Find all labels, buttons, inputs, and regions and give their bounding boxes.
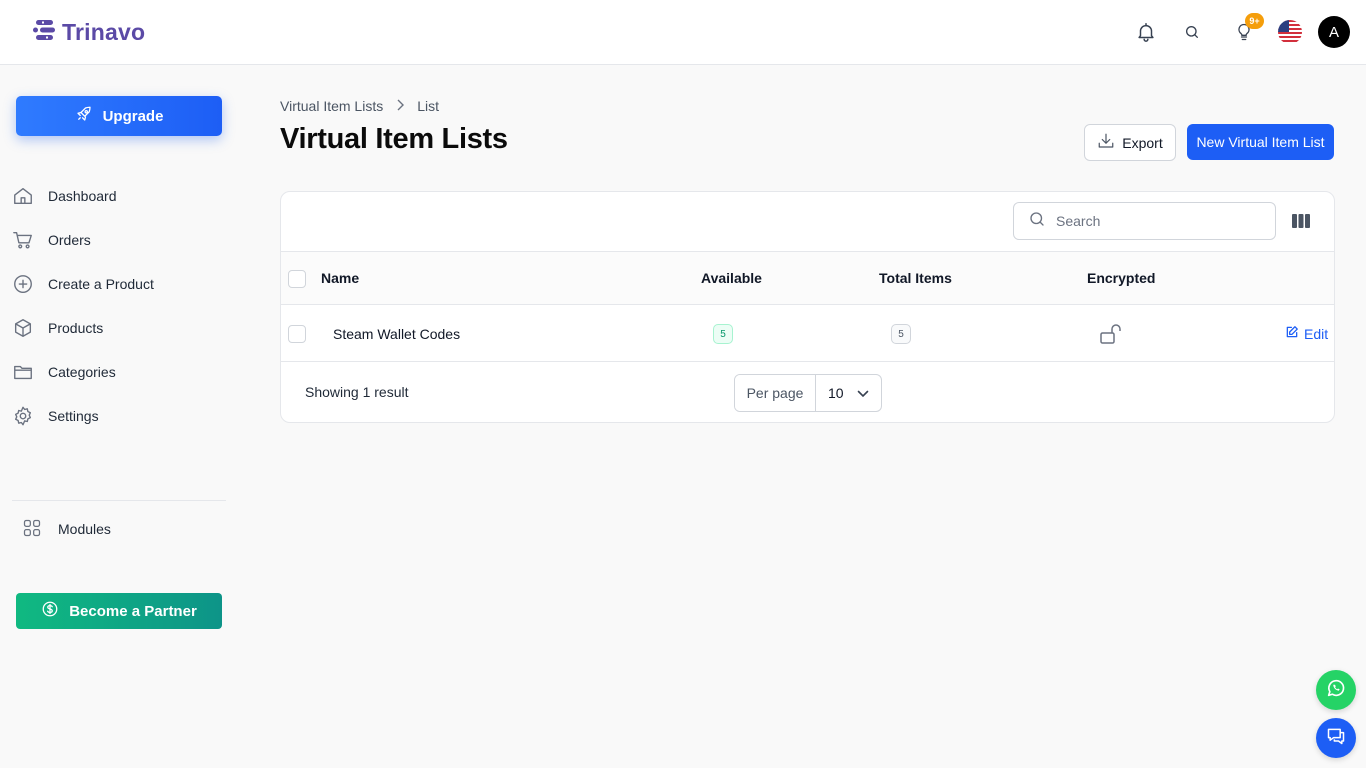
bell-icon[interactable] xyxy=(1132,18,1160,46)
new-virtual-item-list-button[interactable]: New Virtual Item List xyxy=(1187,124,1334,160)
export-label: Export xyxy=(1122,134,1163,151)
results-count: Showing 1 result xyxy=(305,384,409,400)
chevron-down-icon xyxy=(857,385,869,401)
partner-label: Become a Partner xyxy=(69,602,197,620)
whatsapp-button[interactable] xyxy=(1316,670,1356,710)
edit-label: Edit xyxy=(1304,325,1329,342)
breadcrumb: Virtual Item Lists List xyxy=(280,98,439,114)
row-name[interactable]: Steam Wallet Codes xyxy=(333,326,460,342)
whatsapp-icon xyxy=(1325,677,1347,704)
per-page-label: Per page xyxy=(735,375,816,411)
export-button[interactable]: Export xyxy=(1084,124,1176,161)
sidebar-item-label: Dashboard xyxy=(48,188,117,204)
column-header-total-items[interactable]: Total Items xyxy=(879,270,952,286)
grid-icon xyxy=(22,518,42,541)
select-all-checkbox[interactable] xyxy=(288,270,306,288)
page-title: Virtual Item Lists xyxy=(280,123,508,155)
upgrade-button[interactable]: Upgrade xyxy=(16,96,222,136)
per-page-control: Per page 10 xyxy=(734,374,882,412)
sidebar-item-categories[interactable]: Categories xyxy=(12,350,226,394)
search-input[interactable] xyxy=(1056,213,1256,229)
plus-circle-icon xyxy=(12,273,34,295)
search-icon xyxy=(1028,210,1046,233)
search-field[interactable] xyxy=(1013,202,1276,240)
virtual-item-lists-table-card: Name Available Total Items Encrypted Ste… xyxy=(280,191,1335,423)
breadcrumb-parent[interactable]: Virtual Item Lists xyxy=(280,98,383,114)
sidebar-item-label: Products xyxy=(48,320,104,336)
total-items-badge: 5 xyxy=(891,324,911,344)
rocket-icon xyxy=(75,105,93,127)
column-header-encrypted[interactable]: Encrypted xyxy=(1087,270,1155,286)
edit-button[interactable]: Edit xyxy=(1285,325,1328,342)
column-header-available[interactable]: Available xyxy=(701,270,762,286)
download-icon xyxy=(1097,132,1115,153)
row-checkbox[interactable] xyxy=(288,325,306,343)
box-icon xyxy=(12,317,34,339)
dollar-circle-icon xyxy=(41,600,59,622)
table-header: Name Available Total Items Encrypted xyxy=(281,251,1334,305)
table-row[interactable]: Steam Wallet Codes 5 5 Edit xyxy=(281,305,1334,362)
brand-name: Trinavo xyxy=(62,19,146,45)
top-bar: Trinavo 9+ A xyxy=(0,0,1366,65)
sidebar-item-label: Categories xyxy=(48,364,116,380)
sidebar-item-orders[interactable]: Orders xyxy=(12,218,226,262)
upgrade-label: Upgrade xyxy=(102,107,164,125)
sidebar-item-label: Orders xyxy=(48,232,91,248)
user-avatar[interactable]: A xyxy=(1318,16,1350,48)
sidebar-item-dashboard[interactable]: Dashboard xyxy=(12,174,226,218)
chat-button[interactable] xyxy=(1316,718,1356,758)
chevron-right-icon xyxy=(395,98,405,114)
modules-label: Modules xyxy=(58,521,111,537)
per-page-value: 10 xyxy=(828,385,844,401)
column-header-name[interactable]: Name xyxy=(321,270,359,286)
sidebar-item-products[interactable]: Products xyxy=(12,306,226,350)
unlock-icon xyxy=(1099,322,1123,351)
gear-icon xyxy=(12,405,34,427)
logo-icon xyxy=(32,17,58,48)
sidebar-item-label: Create a Product xyxy=(48,276,154,292)
sidebar-divider xyxy=(12,500,226,501)
edit-icon xyxy=(1285,325,1299,342)
brand-logo[interactable]: Trinavo xyxy=(32,17,145,48)
breadcrumb-current: List xyxy=(417,98,440,114)
notification-badge: 9+ xyxy=(1245,13,1264,29)
become-partner-button[interactable]: Become a Partner xyxy=(16,593,222,629)
sidebar-item-label: Settings xyxy=(48,408,99,424)
available-count-badge: 5 xyxy=(713,324,733,344)
sidebar-item-settings[interactable]: Settings xyxy=(12,394,226,438)
column-toggle-icon[interactable] xyxy=(1289,210,1313,232)
us-flag-icon[interactable] xyxy=(1278,20,1302,44)
sidebar-item-create-product[interactable]: Create a Product xyxy=(12,262,226,306)
search-icon[interactable] xyxy=(1178,18,1206,46)
folder-icon xyxy=(12,361,34,383)
per-page-select[interactable]: 10 xyxy=(816,375,881,411)
home-icon xyxy=(12,185,34,207)
sidebar-item-modules[interactable]: Modules xyxy=(22,516,111,542)
chat-icon xyxy=(1326,726,1346,751)
sidebar-nav: Dashboard Orders Create a Product Produc… xyxy=(12,174,226,438)
cart-icon xyxy=(12,229,34,251)
